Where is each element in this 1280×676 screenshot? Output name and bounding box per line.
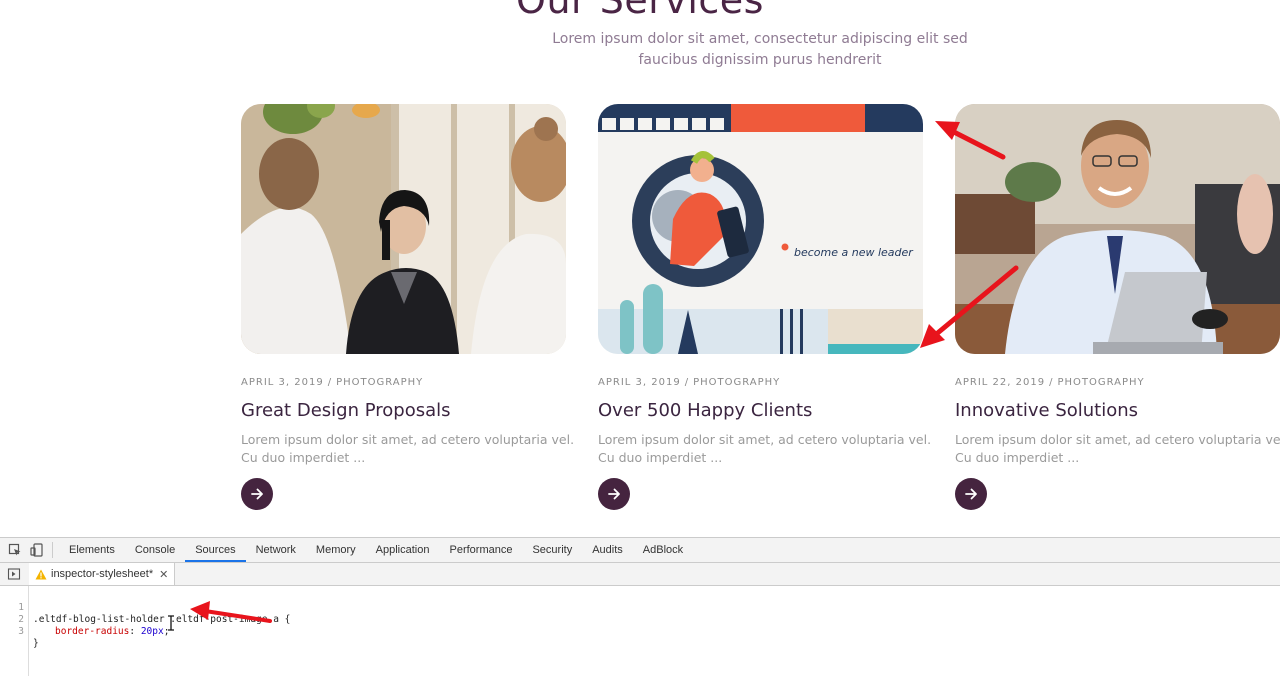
read-more-button[interactable]	[955, 478, 987, 510]
blog-card: APRIL 3, 2019/PHOTOGRAPHY Great Design P…	[241, 104, 574, 510]
post-category[interactable]: PHOTOGRAPHY	[693, 377, 780, 388]
meta-separator: /	[684, 377, 690, 388]
post-image-link[interactable]	[955, 104, 1280, 354]
post-meta: APRIL 3, 2019/PHOTOGRAPHY	[241, 376, 566, 390]
post-category[interactable]: PHOTOGRAPHY	[336, 377, 423, 388]
section-title: Our Services	[516, 0, 764, 22]
post-excerpt: Lorem ipsum dolor sit amet, ad cetero vo…	[598, 432, 932, 465]
post-date[interactable]: APRIL 22, 2019	[955, 377, 1045, 388]
close-icon[interactable]: ✕	[159, 568, 168, 581]
read-more-button[interactable]	[241, 478, 273, 510]
blog-card: APRIL 22, 2019 /PHOTOGRAPHY Innovative So…	[955, 104, 1280, 510]
post-image-link[interactable]	[241, 104, 566, 354]
post-date[interactable]: APRIL 3, 2019	[598, 377, 681, 388]
code-line: 3 }	[0, 614, 1280, 649]
post-image-link[interactable]: become a new leader	[598, 104, 923, 354]
office-meeting-photo	[241, 104, 566, 354]
tab-elements[interactable]: Elements	[59, 538, 125, 562]
post-date[interactable]: APRIL 3, 2019	[241, 377, 324, 388]
devtools-toolbar: Elements Console Sources Network Memory …	[0, 538, 1280, 563]
arrow-right-icon	[608, 488, 620, 500]
toggle-navigator-icon[interactable]	[3, 562, 25, 586]
read-more-button[interactable]	[598, 478, 630, 510]
post-meta: APRIL 3, 2019/PHOTOGRAPHY	[598, 376, 923, 390]
css-property: border-radius	[55, 626, 130, 637]
device-toolbar-icon[interactable]	[26, 538, 48, 562]
tab-security[interactable]: Security	[522, 538, 582, 562]
post-excerpt: Lorem ipsum dolor sit amet, ad cetero vo…	[955, 432, 1280, 465]
css-closing-brace: }	[33, 638, 39, 649]
section-subtitle: Lorem ipsum dolor sit amet, consectetur …	[552, 31, 968, 68]
post-title[interactable]: Over 500 Happy Clients	[598, 399, 923, 423]
tab-performance[interactable]: Performance	[439, 538, 522, 562]
warning-icon	[35, 569, 47, 579]
tab-adblock[interactable]: AdBlock	[633, 538, 693, 562]
css-value: 20px	[140, 626, 164, 637]
meta-separator: /	[327, 377, 333, 388]
tab-console[interactable]: Console	[125, 538, 185, 562]
code-line: 1 .eltdf-blog-list-holder .eltdf-post-im…	[0, 590, 1280, 625]
post-category[interactable]: PHOTOGRAPHY	[1057, 377, 1144, 388]
devtools-panel: Elements Console Sources Network Memory …	[0, 537, 1280, 676]
tab-audits[interactable]: Audits	[582, 538, 633, 562]
meta-separator: /	[1049, 377, 1054, 388]
post-title[interactable]: Great Design Proposals	[241, 399, 566, 423]
become-a-new-leader-illustration: become a new leader	[598, 104, 923, 354]
line-number: 3	[18, 626, 24, 637]
source-file-bar: inspector-stylesheet* ✕	[0, 563, 1280, 586]
blog-card: become a new leader APRIL 3, 2019/PHOTOG…	[598, 104, 931, 510]
arrow-right-icon	[965, 488, 977, 500]
tab-memory[interactable]: Memory	[306, 538, 366, 562]
smiling-businessman-laptop-photo	[955, 104, 1280, 354]
tab-network[interactable]: Network	[246, 538, 306, 562]
toolbar-divider	[52, 542, 53, 558]
code-line: 2 border-radius: 20px;	[0, 602, 1280, 637]
services-section: Our Services Lorem ipsum dolor sit amet,…	[0, 0, 1280, 537]
tab-application[interactable]: Application	[366, 538, 440, 562]
code-editor[interactable]: 1 .eltdf-blog-list-holder .eltdf-post-im…	[0, 586, 1280, 676]
text-cursor-icon	[168, 615, 174, 631]
css-declaration: border-radius: 20px;	[55, 626, 170, 637]
file-tab-label: inspector-stylesheet*	[51, 568, 154, 580]
illustration-text: become a new leader	[794, 246, 914, 259]
post-excerpt: Lorem ipsum dolor sit amet, ad cetero vo…	[241, 432, 575, 465]
post-meta: APRIL 22, 2019 /PHOTOGRAPHY	[955, 376, 1280, 390]
inspect-element-icon[interactable]	[4, 538, 26, 562]
file-tab[interactable]: inspector-stylesheet* ✕	[29, 563, 176, 585]
tab-sources[interactable]: Sources	[185, 538, 246, 562]
arrow-right-icon	[251, 488, 263, 500]
post-title[interactable]: Innovative Solutions	[955, 399, 1280, 423]
